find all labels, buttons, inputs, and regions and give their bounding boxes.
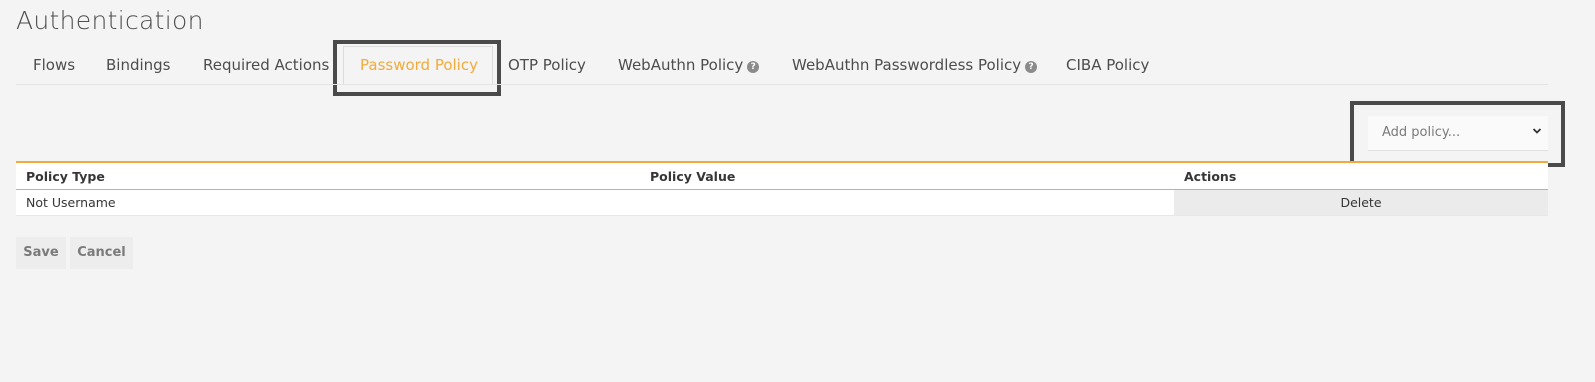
policy-table: Policy Type Policy Value Actions Not Use… (16, 161, 1548, 216)
table-header-row: Policy Type Policy Value Actions (16, 162, 1548, 190)
question-circle-icon[interactable]: ? (747, 61, 760, 73)
tab-ciba-policy[interactable]: CIBA Policy (1066, 42, 1149, 84)
policy-value-cell (640, 189, 1174, 216)
tab-label: OTP Policy (508, 56, 586, 74)
tab-label: Bindings (106, 56, 171, 74)
tab-flows[interactable]: Flows (33, 42, 75, 84)
question-circle-icon[interactable]: ? (1025, 61, 1038, 73)
chevron-down-icon (1532, 128, 1542, 134)
add-policy-select-value: Add policy... (1382, 125, 1461, 140)
tab-otp-policy[interactable]: OTP Policy (508, 42, 586, 84)
page-title: Authentication (16, 6, 204, 35)
add-policy-select[interactable]: Add policy... (1368, 116, 1548, 151)
tab-required-actions[interactable]: Required Actions (203, 42, 329, 84)
column-header-policy-type: Policy Type (26, 168, 105, 184)
delete-button[interactable]: Delete (1174, 189, 1548, 216)
cancel-button[interactable]: Cancel (70, 237, 133, 269)
table-row: Not Username Delete (16, 189, 1548, 216)
tab-label: Required Actions (203, 56, 330, 74)
save-button[interactable]: Save (16, 237, 66, 269)
tab-label: WebAuthn Policy (618, 56, 744, 74)
tab-webauthn-policy[interactable]: WebAuthn Policy? (618, 42, 760, 84)
policy-type-cell: Not Username (16, 189, 640, 216)
tab-label: WebAuthn Passwordless Policy (792, 56, 1022, 74)
tab-label: Flows (33, 56, 76, 74)
tab-webauthn-passwordless-policy[interactable]: WebAuthn Passwordless Policy? (792, 42, 1038, 84)
tab-bar: Flows Bindings Required Actions Password… (16, 42, 1548, 85)
tab-label: CIBA Policy (1066, 56, 1150, 74)
tab-bindings[interactable]: Bindings (106, 42, 171, 84)
tab-password-policy[interactable]: Password Policy (360, 42, 478, 84)
column-header-policy-value: Policy Value (650, 168, 736, 184)
column-header-actions: Actions (1184, 168, 1237, 184)
tab-label: Password Policy (360, 56, 478, 74)
